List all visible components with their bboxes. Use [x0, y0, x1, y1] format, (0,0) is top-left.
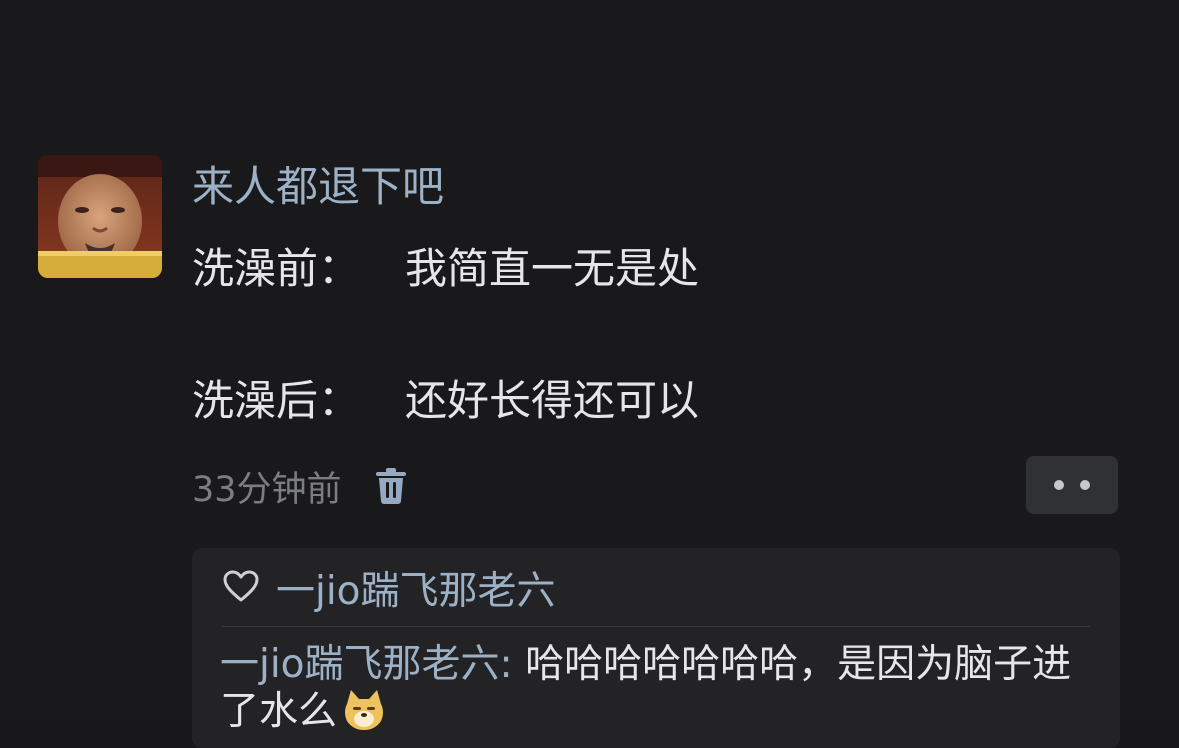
more-dots-icon [1080, 480, 1090, 490]
trash-icon [375, 468, 406, 504]
post-author[interactable]: 来人都退下吧 [192, 160, 444, 214]
post-content: 洗澡前： 我简直一无是处 洗澡后： 还好长得还可以 [192, 238, 699, 425]
content-line-before: 洗澡前： 我简直一无是处 [192, 238, 699, 293]
more-options-button[interactable] [1026, 456, 1118, 514]
avatar[interactable] [38, 155, 162, 278]
reply-author[interactable]: 一jio踹飞那老六 [220, 642, 500, 687]
comment-screen: 来人都退下吧 洗澡前： 我简直一无是处 洗澡后： 还好长得还可以 33分钟前 一… [0, 0, 1179, 748]
reply-separator: : [499, 642, 526, 687]
delete-button[interactable] [374, 466, 408, 506]
doge-emoji-icon [341, 688, 387, 732]
liker-name[interactable]: 一jio踹飞那老六 [276, 560, 556, 616]
divider [222, 626, 1090, 627]
content-label: 洗澡前： [192, 243, 361, 293]
reply-item: 一jio踹飞那老六: 哈哈哈哈哈哈哈，是因为脑子进了水么 [220, 642, 1110, 735]
reply-box: 一jio踹飞那老六 一jio踹飞那老六: 哈哈哈哈哈哈哈，是因为脑子进了水么 [192, 548, 1120, 748]
heart-outline-icon[interactable] [222, 569, 260, 607]
post-meta: 33分钟前 [192, 462, 408, 510]
content-text: 还好长得还可以 [405, 375, 700, 425]
content-label: 洗澡后： [192, 375, 361, 425]
post-time: 33分钟前 [192, 469, 342, 510]
content-line-after: 洗澡后： 还好长得还可以 [192, 370, 699, 425]
avatar-photo-icon [38, 155, 162, 278]
more-dots-icon [1054, 480, 1064, 490]
likes-row: 一jio踹飞那老六 [222, 560, 556, 616]
content-text: 我简直一无是处 [405, 243, 700, 293]
